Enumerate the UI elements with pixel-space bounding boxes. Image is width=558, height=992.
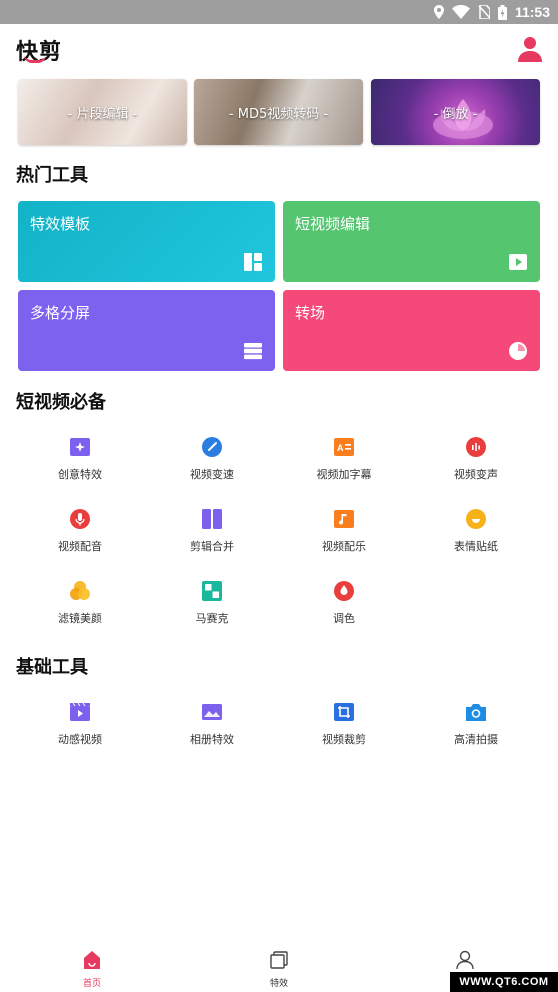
- no-sim-icon: [478, 5, 490, 19]
- status-bar: 11:53: [0, 0, 558, 24]
- banner-label: - 片段编辑 -: [67, 106, 138, 122]
- subtitle-icon: A: [334, 438, 354, 456]
- banner-label: - MD5视频转码 -: [228, 106, 329, 122]
- effects-icon: [270, 951, 288, 969]
- tool-video-crop[interactable]: 视频裁剪: [278, 701, 410, 763]
- music-icon: [334, 510, 354, 528]
- status-time: 11:53: [514, 4, 550, 20]
- clapper-icon: [70, 702, 90, 721]
- tool-label: 创意特效: [58, 468, 102, 481]
- tool-clip-merge[interactable]: 剪辑合并: [146, 508, 278, 570]
- merge-icon: [202, 509, 222, 529]
- tool-label: 视频加字幕: [316, 468, 372, 481]
- hot-tool-label: 多格分屏: [30, 304, 91, 322]
- tool-label: 相册特效: [190, 733, 234, 746]
- tool-label: 动感视频: [58, 733, 102, 746]
- status-icons: 11:53: [433, 3, 550, 21]
- hot-tool-short-video-edit[interactable]: 短视频编辑: [283, 201, 540, 282]
- tool-label: 视频变声: [454, 468, 498, 481]
- hot-tool-transition[interactable]: 转场: [283, 290, 540, 371]
- nav-label: 特效: [269, 979, 288, 989]
- camera-icon: [466, 704, 486, 721]
- section-title-short-video: 短视频必备: [16, 392, 106, 413]
- transition-icon: [509, 342, 527, 360]
- home-icon: [84, 951, 100, 969]
- section-title-hot-tools: 热门工具: [16, 165, 88, 186]
- tool-label: 视频变速: [190, 468, 234, 481]
- location-icon: [433, 5, 444, 19]
- banner-md5-transcode[interactable]: - MD5视频转码 -: [194, 79, 363, 145]
- banner-reverse[interactable]: - 倒放 -: [371, 79, 540, 145]
- tool-label: 表情贴纸: [454, 540, 498, 553]
- split-screen-icon: [244, 343, 262, 360]
- tool-video-speed[interactable]: 视频变速: [146, 436, 278, 498]
- template-grid-icon: [244, 253, 262, 271]
- album-icon: [202, 704, 222, 720]
- speed-icon: [202, 437, 222, 457]
- nav-home[interactable]: 首页: [62, 946, 122, 990]
- tool-label: 滤镜美颜: [58, 612, 102, 625]
- section-title-basic-tools: 基础工具: [16, 657, 88, 678]
- hot-tool-label: 短视频编辑: [295, 215, 371, 233]
- svg-text:A: A: [337, 443, 344, 453]
- tool-label: 剪辑合并: [190, 540, 234, 553]
- profile-icon[interactable]: [518, 36, 542, 62]
- nav-label: 首页: [82, 979, 101, 989]
- tool-label: 视频裁剪: [322, 733, 366, 746]
- color-drop-icon: [334, 581, 354, 601]
- tool-mosaic[interactable]: 马赛克: [146, 580, 278, 642]
- crop-icon: [334, 703, 354, 721]
- banner-label: - 倒放 -: [433, 106, 478, 122]
- tool-hd-shoot[interactable]: 高清拍摄: [410, 701, 542, 763]
- tool-album-effect[interactable]: 相册特效: [146, 701, 278, 763]
- hot-tool-effect-template[interactable]: 特效模板: [18, 201, 275, 282]
- tool-filter-beauty[interactable]: 滤镜美颜: [14, 580, 146, 642]
- watermark: WWW.QT6.COM: [450, 972, 558, 992]
- banner-clip-edit[interactable]: - 片段编辑 -: [18, 79, 187, 145]
- user-icon: [456, 950, 474, 970]
- tool-video-music[interactable]: 视频配乐: [278, 508, 410, 570]
- wifi-icon: [451, 5, 470, 19]
- hot-tool-label: 转场: [295, 304, 326, 322]
- tool-label: 视频配音: [58, 540, 102, 553]
- tool-label: 调色: [333, 612, 355, 625]
- tool-voice-change[interactable]: 视频变声: [410, 436, 542, 498]
- tool-video-dubbing[interactable]: 视频配音: [14, 508, 146, 570]
- tool-emoji-sticker[interactable]: 表情贴纸: [410, 508, 542, 570]
- voice-change-icon: [466, 437, 486, 457]
- microphone-icon: [70, 509, 90, 529]
- mosaic-icon: [202, 581, 222, 601]
- tool-creative-effect[interactable]: 创意特效: [14, 436, 146, 498]
- play-box-icon: [509, 254, 527, 270]
- filter-icon: [70, 581, 90, 600]
- battery-icon: [497, 4, 507, 20]
- tool-dynamic-video[interactable]: 动感视频: [14, 701, 146, 763]
- hot-tool-label: 特效模板: [30, 215, 91, 233]
- nav-effects[interactable]: 特效: [249, 946, 309, 990]
- sticker-icon: [466, 509, 486, 529]
- sparkle-icon: [70, 438, 90, 456]
- tool-video-subtitle[interactable]: A 视频加字幕: [278, 436, 410, 498]
- tool-label: 马赛克: [195, 612, 229, 625]
- tool-label: 视频配乐: [322, 540, 366, 553]
- tool-color-grading[interactable]: 调色: [278, 580, 410, 642]
- tool-label: 高清拍摄: [454, 733, 498, 746]
- hot-tool-split-screen[interactable]: 多格分屏: [18, 290, 275, 371]
